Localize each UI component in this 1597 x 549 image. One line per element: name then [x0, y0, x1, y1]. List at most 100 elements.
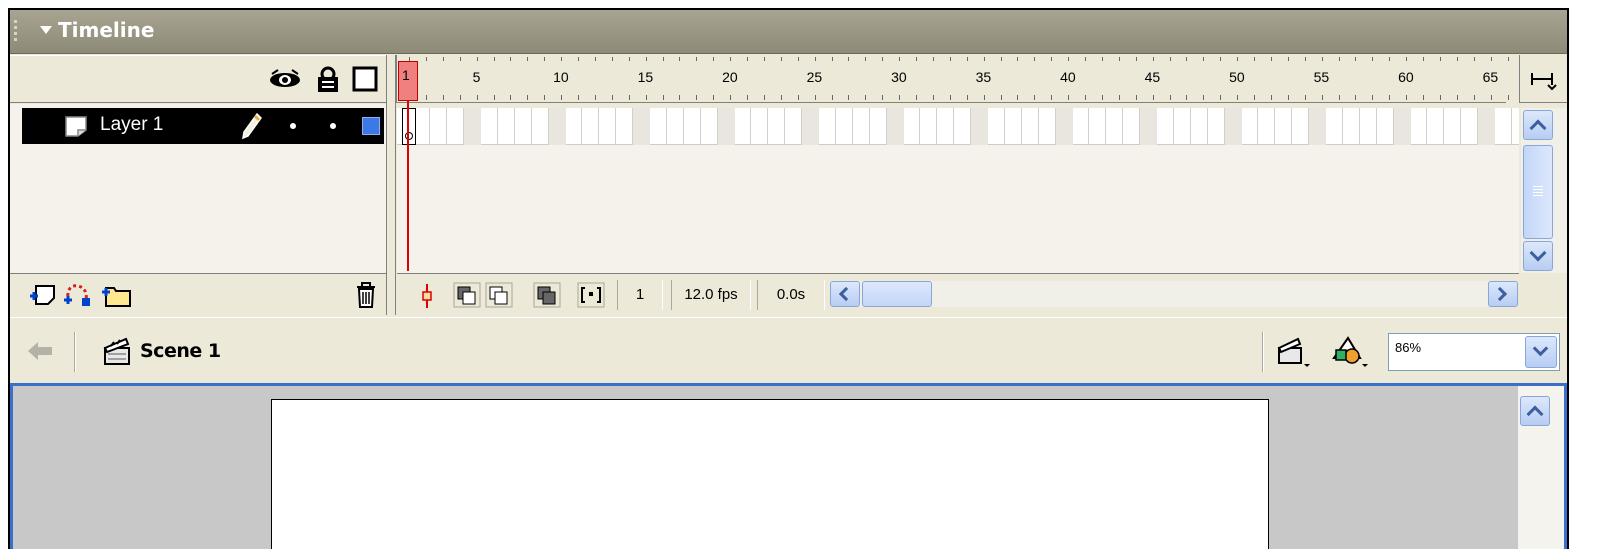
ruler-tick: [679, 95, 681, 100]
playhead-frame-number: 1: [402, 67, 410, 83]
frame-cell-divider: [1375, 108, 1377, 145]
ruler-tick-top: [1085, 57, 1086, 61]
stage-canvas[interactable]: [271, 399, 1269, 549]
add-motion-guide-icon[interactable]: [62, 280, 92, 308]
frame-cell-divider: [429, 108, 431, 145]
ruler-tick: [1068, 95, 1070, 100]
ruler-tick-top: [1287, 57, 1289, 61]
insert-layer-icon[interactable]: [28, 282, 58, 308]
scene-name: Scene 1: [140, 340, 221, 362]
layer-1-frames[interactable]: [397, 108, 1519, 145]
panel-grip[interactable]: [14, 20, 20, 46]
edit-scene-icon[interactable]: [1276, 336, 1312, 368]
scroll-right-button[interactable]: [1488, 281, 1518, 307]
horizontal-scroll-thumb[interactable]: [862, 281, 932, 307]
frame-view-menu-icon[interactable]: [1520, 55, 1568, 103]
panel-titlebar[interactable]: Timeline: [10, 10, 1567, 54]
ruler-tick: [1085, 95, 1086, 100]
back-arrow-icon[interactable]: [26, 338, 56, 364]
ruler-label: 30: [891, 69, 907, 85]
lock-icon[interactable]: [316, 66, 340, 94]
ruler-tick: [1254, 95, 1255, 100]
ruler-tick-top: [594, 57, 596, 61]
ruler-tick-top: [1406, 57, 1408, 61]
delete-layer-icon[interactable]: [353, 280, 379, 310]
ruler-tick: [1507, 95, 1509, 100]
eye-icon[interactable]: [268, 66, 302, 92]
frame-rate-display[interactable]: 12.0 fps: [671, 280, 751, 310]
ruler-tick: [1372, 95, 1374, 100]
chevron-down-icon: [1529, 244, 1547, 262]
ruler-tick-top: [831, 57, 833, 61]
stage-scroll-up-button[interactable]: [1520, 396, 1550, 426]
layer-name[interactable]: Layer 1: [100, 114, 163, 136]
insert-layer-folder-icon[interactable]: [100, 280, 134, 308]
ruler-tick: [730, 95, 732, 100]
ruler-tick: [1389, 95, 1391, 100]
center-frame-icon[interactable]: [417, 282, 437, 310]
scroll-down-button[interactable]: [1523, 241, 1553, 271]
zoom-select[interactable]: 86%: [1388, 333, 1560, 371]
frame-cell-5th: [971, 108, 989, 145]
outline-icon[interactable]: [352, 66, 378, 92]
scroll-left-button[interactable]: [830, 281, 860, 307]
zoom-dropdown-button[interactable]: [1525, 336, 1557, 368]
ruler-tick-top: [1456, 57, 1458, 61]
layer-outline-color-swatch[interactable]: [362, 117, 380, 135]
ruler-tick: [493, 95, 495, 100]
collapse-arrow-icon[interactable]: [40, 26, 52, 34]
ruler-tick-top: [493, 57, 495, 61]
ruler-tick-top: [1372, 57, 1374, 61]
onion-skin-icon[interactable]: [453, 282, 481, 308]
lock-dot[interactable]: [330, 123, 336, 129]
ruler-tick-top: [949, 57, 951, 61]
ruler-tick-top: [1490, 57, 1492, 61]
ruler-tick-top: [645, 57, 647, 61]
ruler-tick-top: [1473, 57, 1475, 61]
frame-cell-divider: [1426, 108, 1428, 145]
panel-divider[interactable]: [386, 55, 396, 315]
frame-cell-divider: [1189, 108, 1191, 145]
ruler-tick: [763, 95, 765, 100]
frame-cell-divider: [953, 108, 955, 145]
ruler-tick-top: [561, 57, 563, 61]
ruler-tick-top: [848, 57, 850, 61]
ruler-tick: [713, 95, 715, 100]
visibility-dot[interactable]: [290, 123, 296, 129]
edit-symbols-icon[interactable]: [1330, 334, 1370, 368]
chevron-left-icon: [838, 286, 854, 302]
ruler-tick: [1186, 95, 1188, 100]
ruler-tick: [1135, 95, 1137, 100]
playhead[interactable]: 1: [398, 61, 418, 101]
modify-onion-markers-icon[interactable]: [577, 282, 605, 308]
ruler-label: 20: [722, 69, 738, 85]
frame-ruler[interactable]: 5 10 15 20 25 30 35 40 45 50 55 60 65: [396, 55, 1509, 103]
vertical-scroll-thumb[interactable]: [1523, 145, 1553, 239]
ruler-tick-top: [1220, 57, 1222, 61]
ruler-tick: [1287, 95, 1289, 100]
layer-row[interactable]: Layer 1: [22, 108, 384, 144]
frame-cell-divider: [699, 108, 701, 145]
edit-multiple-frames-icon[interactable]: [533, 282, 561, 308]
ruler-tick: [814, 95, 816, 100]
ruler-tick: [780, 95, 782, 100]
stage-vertical-scrollbar[interactable]: [1518, 386, 1564, 549]
frame-view-options[interactable]: [1519, 55, 1567, 103]
panel-title: Timeline: [58, 18, 155, 42]
chevron-down-icon: [1532, 340, 1549, 357]
ruler-tick-top: [1186, 57, 1188, 61]
ruler-tick-top: [814, 57, 816, 61]
stage-workspace[interactable]: [10, 383, 1567, 549]
keyframe[interactable]: [402, 108, 416, 145]
frame-cell-5th: [1224, 108, 1242, 145]
frame-cell-divider: [446, 108, 448, 145]
ruler-tick-top: [425, 57, 427, 61]
elapsed-time-display: 0.0s: [757, 280, 825, 310]
ruler-tick: [1321, 95, 1323, 100]
ruler-tick-top: [628, 57, 630, 61]
scroll-up-button[interactable]: [1523, 110, 1553, 140]
ruler-tick: [527, 95, 529, 100]
frame-cell-divider: [767, 108, 769, 145]
ruler-tick: [1490, 95, 1492, 100]
onion-skin-outlines-icon[interactable]: [485, 282, 513, 308]
